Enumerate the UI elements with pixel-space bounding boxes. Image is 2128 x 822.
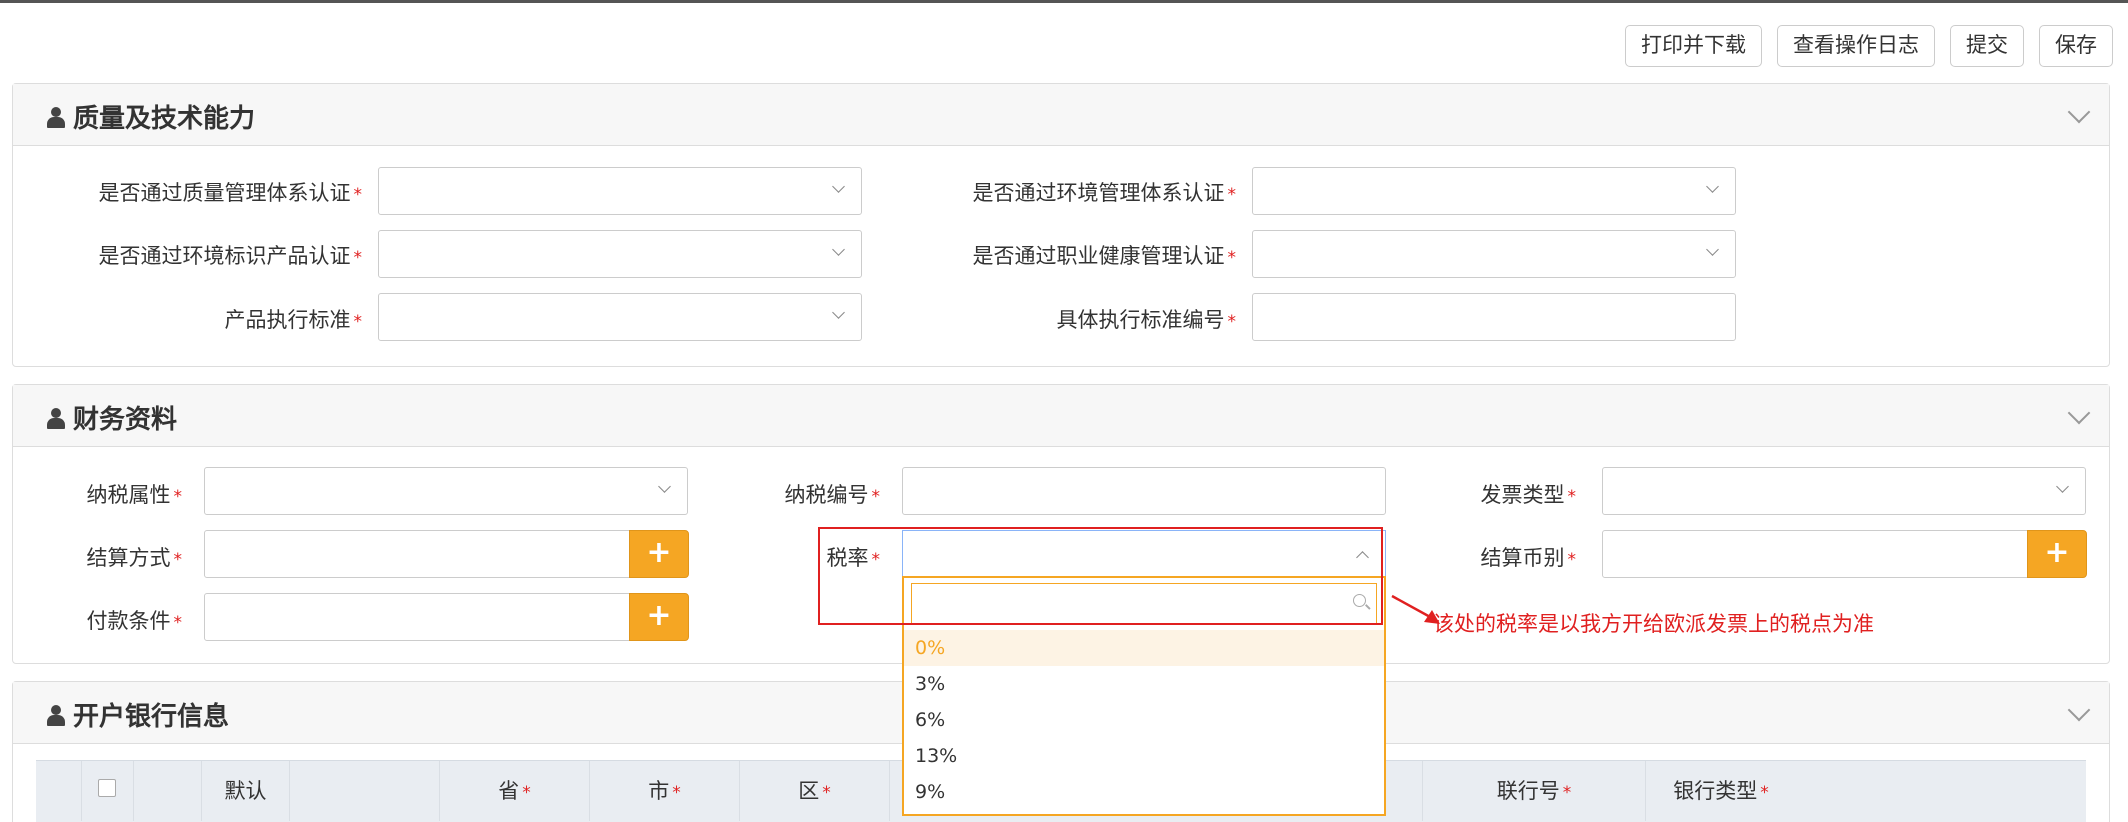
chevron-down-icon bbox=[658, 480, 671, 493]
annotation-highlight-box bbox=[818, 527, 1383, 625]
quality-panel-title: 质量及技术能力 bbox=[73, 104, 256, 134]
payment-terms-input[interactable] bbox=[204, 593, 630, 641]
label-settle-method: 结算方式 * bbox=[86, 546, 183, 570]
ems-select[interactable] bbox=[1252, 167, 1736, 215]
save-button[interactable]: 保存 bbox=[2039, 25, 2113, 67]
chevron-down-icon bbox=[832, 243, 845, 256]
label-standard-no: 具体执行标准编号 * bbox=[1056, 308, 1237, 332]
user-icon bbox=[47, 406, 65, 430]
ohs-select[interactable] bbox=[1252, 230, 1736, 278]
label-ems: 是否通过环境管理体系认证 * bbox=[972, 181, 1237, 205]
user-icon bbox=[47, 703, 65, 727]
chevron-down-icon bbox=[1706, 243, 1719, 256]
th-select-all bbox=[82, 761, 134, 821]
submit-button[interactable]: 提交 bbox=[1950, 25, 2024, 67]
label-tax-attr: 纳税属性 * bbox=[86, 483, 183, 507]
th-index bbox=[134, 761, 202, 821]
th-district[interactable]: 区 * bbox=[740, 761, 890, 821]
select-all-checkbox[interactable] bbox=[98, 779, 116, 797]
th-province[interactable]: 省 * bbox=[440, 761, 590, 821]
standard-select[interactable] bbox=[378, 293, 862, 341]
quality-panel-header[interactable]: 质量及技术能力 bbox=[13, 84, 2109, 146]
invoice-type-select[interactable] bbox=[1602, 467, 2086, 515]
chevron-down-icon[interactable] bbox=[2067, 100, 2091, 124]
print-download-button[interactable]: 打印并下载 bbox=[1625, 25, 1762, 67]
chevron-down-icon bbox=[1706, 180, 1719, 193]
annotation-text: 该处的税率是以我方开给欧派发票上的税点为准 bbox=[1433, 612, 1874, 636]
tax-option-0[interactable]: 0% bbox=[904, 630, 1384, 666]
th-city[interactable]: 市 * bbox=[590, 761, 740, 821]
currency-input[interactable] bbox=[1602, 530, 2028, 578]
currency-add-button[interactable]: + bbox=[2027, 530, 2087, 578]
top-border bbox=[0, 0, 2128, 3]
chevron-down-icon bbox=[832, 306, 845, 319]
label-standard: 产品执行标准 * bbox=[224, 308, 363, 332]
tax-option-13[interactable]: 13% bbox=[904, 738, 1384, 774]
finance-panel-title: 财务资料 bbox=[73, 405, 178, 435]
chevron-down-icon bbox=[2056, 480, 2069, 493]
tax-no-input[interactable] bbox=[902, 467, 1386, 515]
qms-select[interactable] bbox=[378, 167, 862, 215]
eco-label-select[interactable] bbox=[378, 230, 862, 278]
finance-panel-header[interactable]: 财务资料 bbox=[13, 385, 2109, 447]
settle-method-input[interactable] bbox=[204, 530, 630, 578]
plus-icon: + bbox=[2044, 535, 2070, 570]
th-gap bbox=[290, 761, 440, 821]
toolbar: 打印并下载 查看操作日志 提交 保存 bbox=[1625, 25, 2113, 67]
label-qms: 是否通过质量管理体系认证 * bbox=[98, 181, 363, 205]
th-bank-type[interactable]: 银行类型 * bbox=[1646, 761, 1796, 821]
plus-icon: + bbox=[646, 535, 672, 570]
plus-icon: + bbox=[646, 598, 672, 633]
payment-terms-add-button[interactable]: + bbox=[629, 593, 689, 641]
tax-option-6[interactable]: 6% bbox=[904, 702, 1384, 738]
tax-attr-select[interactable] bbox=[204, 467, 688, 515]
label-ohs: 是否通过职业健康管理认证 * bbox=[972, 244, 1237, 268]
chevron-down-icon bbox=[832, 180, 845, 193]
label-invoice-type: 发票类型 * bbox=[1480, 483, 1577, 507]
settle-method-add-button[interactable]: + bbox=[629, 530, 689, 578]
tax-option-3[interactable]: 3% bbox=[904, 666, 1384, 702]
label-eco-label: 是否通过环境标识产品认证 * bbox=[98, 244, 363, 268]
label-payment-terms: 付款条件 * bbox=[86, 609, 183, 633]
th-default[interactable]: 默认 bbox=[202, 761, 290, 821]
user-icon bbox=[47, 105, 65, 129]
label-currency: 结算币别 * bbox=[1480, 546, 1577, 570]
chevron-down-icon[interactable] bbox=[2067, 401, 2091, 425]
tax-option-9[interactable]: 9% bbox=[904, 774, 1384, 810]
standard-no-input[interactable] bbox=[1252, 293, 1736, 341]
th-bank-code[interactable]: 联行号 * bbox=[1422, 761, 1646, 821]
chevron-down-icon[interactable] bbox=[2067, 698, 2091, 722]
view-log-button[interactable]: 查看操作日志 bbox=[1777, 25, 1935, 67]
th-blank bbox=[36, 761, 82, 821]
label-tax-no: 纳税编号 * bbox=[784, 483, 881, 507]
bank-panel-title: 开户银行信息 bbox=[73, 702, 230, 732]
